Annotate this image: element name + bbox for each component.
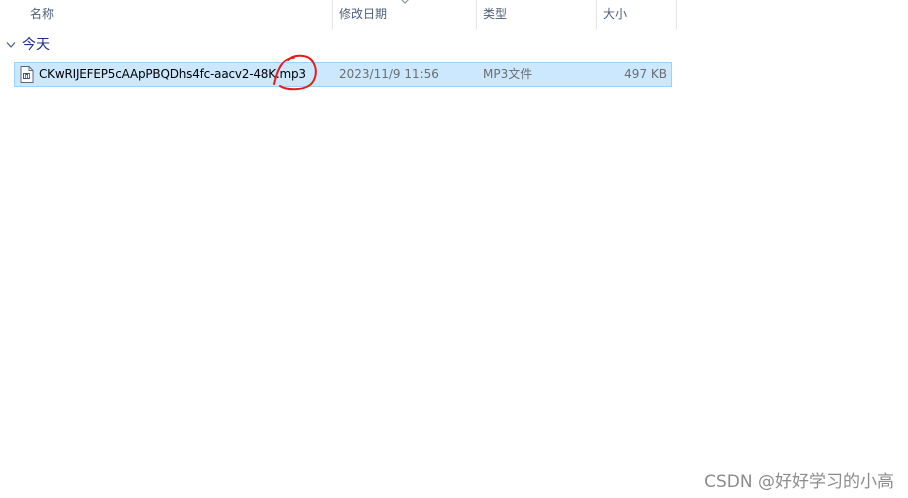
- column-divider[interactable]: [676, 0, 677, 30]
- column-header-type[interactable]: 类型: [477, 0, 596, 30]
- column-header-size[interactable]: 大小: [597, 0, 676, 30]
- file-row[interactable]: CKwRIJEFEP5cAApPBQDhs4fc-aacv2-48K.mp3 2…: [14, 62, 672, 87]
- group-label: 今天: [22, 37, 50, 53]
- red-annotation-mark: [273, 54, 317, 91]
- file-date-modified: 2023/11/9 11:56: [339, 67, 439, 81]
- file-name[interactable]: CKwRIJEFEP5cAApPBQDhs4fc-aacv2-48K.mp3: [39, 63, 306, 86]
- sort-descending-icon: [401, 0, 409, 4]
- column-header-bar: 名称 修改日期 类型 大小: [0, 0, 677, 30]
- file-type: MP3文件: [483, 67, 533, 81]
- audio-file-icon: [20, 66, 34, 83]
- file-size: 497 KB: [624, 67, 667, 81]
- column-header-name[interactable]: 名称: [24, 0, 332, 30]
- csdn-watermark: CSDN @好好学习的小高: [704, 472, 894, 492]
- file-explorer-list-view: 名称 修改日期 类型 大小 今天 CKwRIJEFEP5cAApPBQDhs4f…: [0, 0, 908, 498]
- group-header-today[interactable]: 今天: [0, 34, 676, 56]
- chevron-down-icon[interactable]: [6, 41, 16, 49]
